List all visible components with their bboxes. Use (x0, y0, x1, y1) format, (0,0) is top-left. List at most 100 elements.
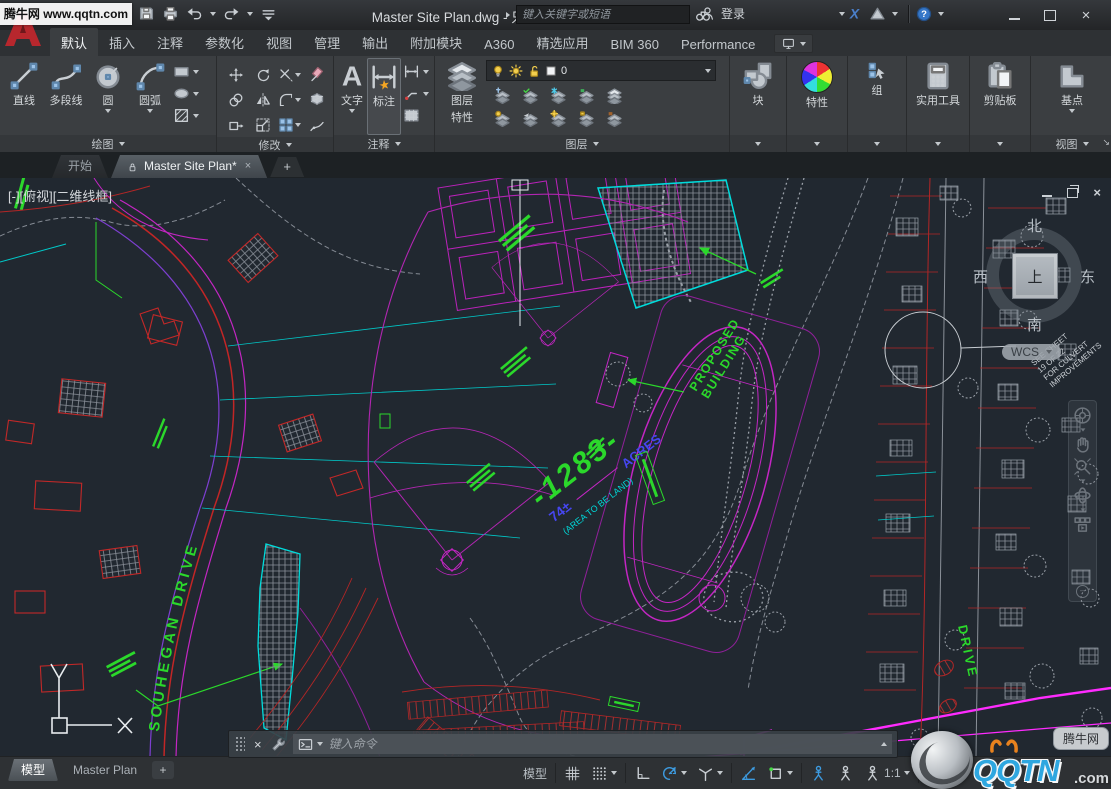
panel-launcher-icon[interactable]: ↘ (1102, 137, 1110, 148)
isometric-drafting-button[interactable] (692, 760, 728, 786)
array-button[interactable] (276, 112, 303, 137)
command-input[interactable] (327, 736, 877, 752)
sign-in-caret-icon[interactable] (839, 12, 845, 16)
utilities-panel-label[interactable] (907, 135, 969, 152)
viewport-controls[interactable]: [-][俯视][二维线框] (8, 186, 112, 205)
command-line[interactable]: × (228, 730, 898, 758)
tab-default[interactable]: 默认 (50, 28, 98, 56)
autoscale-button[interactable] (832, 760, 859, 786)
dimension-button[interactable]: 标注 (367, 58, 401, 135)
close-icon[interactable]: × (1079, 9, 1093, 21)
object-snap-button[interactable] (762, 760, 798, 786)
redo-icon[interactable] (223, 5, 240, 22)
scale-button[interactable] (249, 112, 276, 137)
file-tab-close-icon[interactable]: × (245, 155, 251, 178)
view-panel-label[interactable]: 视图↘ (1031, 135, 1111, 152)
layers-panel-label[interactable]: 图层 (435, 135, 729, 152)
layer-lock-icon[interactable] (578, 87, 595, 104)
navbar-customize-icon[interactable]: – (1076, 585, 1089, 598)
base-point-caret-icon[interactable] (1069, 109, 1075, 113)
tab-output[interactable]: 输出 (351, 28, 399, 56)
annotation-scale-button[interactable]: 1:1 (859, 760, 915, 786)
groups-panel-label[interactable] (848, 135, 906, 152)
model-space-canvas[interactable]: SOUHEGAN DRIVE (0, 178, 1111, 757)
base-point-button[interactable]: 基点 (1051, 58, 1093, 135)
tab-manage[interactable]: 管理 (303, 28, 351, 56)
tab-insert[interactable]: 插入 (98, 28, 146, 56)
undo-icon[interactable] (186, 5, 203, 22)
clipboard-panel-label[interactable] (970, 135, 1030, 152)
utilities-button[interactable]: 实用工具 (910, 58, 966, 135)
table-button[interactable] (403, 107, 429, 124)
zoom-caret-icon[interactable] (1080, 479, 1085, 482)
command-drag-handle-icon[interactable] (235, 736, 245, 752)
blocks-panel-label[interactable] (730, 135, 786, 152)
tab-featured-apps[interactable]: 精选应用 (526, 28, 600, 56)
search-expand-icon[interactable] (506, 12, 510, 18)
zoom-extents-icon[interactable] (1073, 457, 1092, 476)
search-input[interactable] (516, 5, 690, 24)
polyline-button[interactable]: 多段线 (45, 58, 87, 135)
trim-button[interactable] (276, 62, 303, 87)
wcs-menu[interactable]: WCS (1002, 344, 1061, 360)
rotate-button[interactable] (249, 62, 276, 87)
move-button[interactable] (222, 62, 249, 87)
ellipse-button[interactable] (173, 85, 199, 102)
viewcube-east[interactable]: 东 (1080, 266, 1095, 287)
file-tab-drawing[interactable]: Master Site Plan* × (111, 155, 267, 178)
navwheel-caret-icon[interactable] (1080, 428, 1085, 431)
drawing-minimize-icon[interactable] (1042, 195, 1052, 197)
showmotion-icon[interactable] (1073, 515, 1092, 534)
undo-dropdown-caret-icon[interactable] (210, 12, 216, 16)
file-tab-start[interactable]: 开始 (52, 155, 108, 178)
linear-dimension-button[interactable] (403, 63, 429, 80)
layer-delete-icon[interactable] (606, 110, 623, 127)
help-caret-icon[interactable] (938, 12, 944, 16)
new-drawing-tab-button[interactable]: + (270, 157, 304, 177)
tab-view[interactable]: 视图 (255, 28, 303, 56)
sign-in-area[interactable]: 登录 (700, 5, 845, 22)
line-button[interactable]: 直线 (3, 58, 45, 135)
viewcube-top-face[interactable]: 上 (1012, 253, 1058, 299)
maximize-icon[interactable] (1044, 10, 1056, 21)
layer-match-icon[interactable] (522, 87, 539, 104)
ortho-button[interactable] (629, 760, 656, 786)
sign-in-label[interactable]: 登录 (721, 5, 745, 22)
mirror-button[interactable] (249, 87, 276, 112)
layer-thaw-all-icon[interactable] (550, 110, 567, 127)
blocks-button[interactable]: 块 (737, 58, 779, 135)
tab-parametric[interactable]: 参数化 (194, 28, 255, 56)
text-button[interactable]: A文字 (337, 58, 367, 135)
viewcube-north[interactable]: 北 (1027, 215, 1042, 236)
annotation-visibility-button[interactable] (805, 760, 832, 786)
new-layout-button[interactable]: + (152, 761, 174, 779)
command-close-icon[interactable]: × (254, 737, 262, 752)
tab-annotate[interactable]: 注释 (146, 28, 194, 56)
recent-commands-caret-icon[interactable] (317, 742, 323, 746)
erase-button[interactable] (303, 62, 330, 87)
explode-button[interactable] (303, 87, 330, 112)
command-history-caret-icon[interactable] (881, 742, 887, 746)
tab-a360[interactable]: A360 (473, 32, 525, 56)
layer-properties-button[interactable]: 图层 特性 (438, 58, 486, 135)
ribbon-display-toggle[interactable] (774, 34, 813, 53)
drawing-restore-icon[interactable] (1067, 188, 1078, 198)
layout-tab-model[interactable]: 模型 (8, 759, 58, 781)
draw-panel-label[interactable]: 绘图 (0, 135, 216, 152)
layer-off-icon[interactable] (494, 110, 511, 127)
command-input-area[interactable] (293, 734, 892, 754)
layer-current-icon[interactable] (522, 110, 539, 127)
viewcube[interactable]: 北 西 东 南 上 (975, 216, 1093, 334)
command-customize-icon[interactable] (271, 737, 286, 752)
pan-icon[interactable] (1073, 435, 1092, 454)
polar-tracking-button[interactable] (656, 760, 692, 786)
properties-panel-label[interactable] (787, 135, 847, 152)
copy-button[interactable] (222, 87, 249, 112)
plot-icon[interactable] (162, 5, 179, 22)
orbit-icon[interactable] (1073, 486, 1092, 505)
save-icon[interactable] (138, 5, 155, 22)
layer-unlock2-icon[interactable] (578, 110, 595, 127)
layer-states-icon[interactable] (606, 87, 623, 104)
grid-display-button[interactable] (559, 760, 586, 786)
snap-mode-button[interactable] (586, 760, 622, 786)
